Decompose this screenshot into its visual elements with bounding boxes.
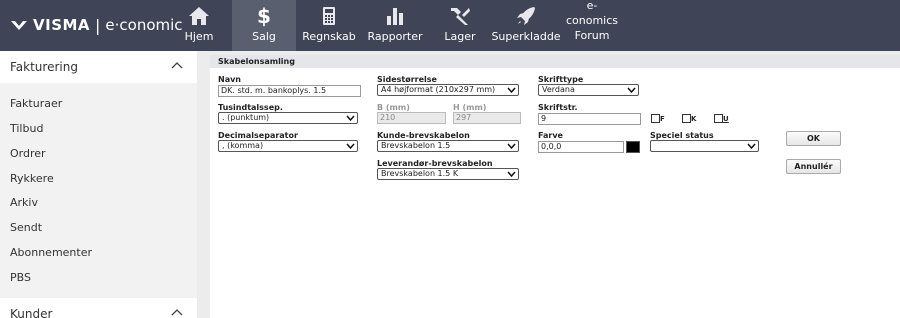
section-title: Kunder: [10, 307, 53, 318]
visma-logo[interactable]: VISMA | e·conomic: [10, 14, 183, 36]
cancel-button[interactable]: Annullér: [786, 159, 841, 174]
leverandor-brevskabelon-label: Leverandør-brevskabelon: [377, 159, 493, 168]
sidebar-item-arkiv[interactable]: Arkiv: [10, 196, 38, 209]
decimalseparator-select[interactable]: , (komma): [218, 140, 358, 152]
chevron-down-icon: [346, 143, 355, 150]
chevron-down-icon: [507, 171, 516, 178]
speciel-status-select[interactable]: [650, 140, 759, 152]
nav-rapporter[interactable]: Rapporter: [367, 0, 423, 51]
sidebar-item-pbs[interactable]: PBS: [10, 271, 31, 284]
kunde-brevskabelon-label: Kunde-brevskabelon: [377, 131, 470, 140]
nav-label: Lager: [444, 30, 476, 43]
sidebar-item-sendt[interactable]: Sendt: [10, 221, 42, 234]
decimalseparator-label: Decimalseparator: [218, 131, 298, 140]
underline-checkbox[interactable]: [714, 114, 723, 123]
chevron-down-icon: [346, 115, 355, 122]
nav-regnskab[interactable]: Regnskab: [302, 0, 356, 51]
tusindtalssep-value: . (punktum): [222, 113, 270, 122]
chevron-down-icon: [507, 87, 516, 94]
top-navigation-bar: VISMA | e·conomic Hjem $ Salg Regnskab R…: [0, 0, 900, 51]
skriftstr-input[interactable]: 9: [538, 113, 641, 125]
sidestorrelse-value: A4 højformat (210x297 mm): [381, 85, 496, 94]
tools-icon: [449, 5, 471, 27]
underline-checkbox-label: U: [723, 115, 729, 123]
hojde-label: H (mm): [453, 103, 487, 112]
nav-label: Salg: [252, 30, 276, 43]
chevron-down-icon: [747, 143, 756, 150]
nav-label: Hjem: [184, 30, 214, 43]
calculator-icon: [322, 5, 336, 27]
section-title: Fakturering: [10, 60, 78, 74]
ok-button[interactable]: OK: [786, 131, 841, 146]
nav-label: Regnskab: [302, 30, 356, 43]
skrifttype-select[interactable]: Verdana: [538, 84, 639, 96]
nav-forum[interactable]: e-conomics Forum: [562, 0, 622, 51]
product-name: e·conomic: [105, 16, 183, 34]
logo-separator: |: [95, 15, 101, 35]
color-swatch[interactable]: [626, 141, 640, 153]
leverandor-brevskabelon-value: Brevskabelon 1.5 K: [381, 169, 459, 178]
rocket-icon: [516, 5, 536, 27]
speciel-status-label: Speciel status: [650, 131, 714, 140]
sidebar-item-abonnementer[interactable]: Abonnementer: [10, 246, 92, 259]
kunde-brevskabelon-value: Brevskabelon 1.5: [381, 141, 451, 150]
hojde-input: 297: [453, 112, 521, 124]
skrifttype-value: Verdana: [542, 85, 575, 94]
tusindtalssep-select[interactable]: . (punktum): [218, 112, 358, 124]
leverandor-brevskabelon-select[interactable]: Brevskabelon 1.5 K: [377, 168, 519, 180]
bredde-input: 210: [377, 112, 446, 124]
chevron-down-icon: [627, 87, 636, 94]
italic-checkbox[interactable]: [682, 114, 691, 123]
home-icon: [188, 5, 210, 27]
farve-input[interactable]: 0,0,0: [538, 141, 624, 153]
sidestorrelse-label: Sidestørrelse: [377, 75, 437, 84]
navn-input[interactable]: DK. std. m. bankoplys. 1.5: [218, 85, 361, 97]
nav-superkladde[interactable]: Superkladde: [491, 0, 561, 51]
sidebar-section-fakturering[interactable]: Fakturering: [0, 51, 197, 83]
chevron-down-icon: [507, 143, 516, 150]
brand-name: VISMA: [33, 16, 91, 34]
nav-lager[interactable]: Lager: [442, 0, 478, 51]
sidebar-item-rykkere[interactable]: Rykkere: [10, 172, 54, 185]
chevron-up-icon: [171, 309, 183, 316]
decimalseparator-value: , (komma): [222, 141, 264, 150]
navn-label: Navn: [218, 75, 242, 84]
kunde-brevskabelon-select[interactable]: Brevskabelon 1.5: [377, 140, 519, 152]
template-form-panel: Skabelonsamling Navn DK. std. m. bankopl…: [210, 55, 900, 318]
nav-label: Rapporter: [367, 30, 423, 43]
sidebar-section-kunder[interactable]: Kunder: [0, 298, 197, 318]
italic-checkbox-label: K: [691, 115, 697, 123]
nav-salg[interactable]: $ Salg: [232, 0, 296, 51]
panel-title: Skabelonsamling: [210, 55, 900, 68]
sidebar-item-ordrer[interactable]: Ordrer: [10, 147, 46, 160]
bar-chart-icon: [386, 5, 404, 27]
skrifttype-label: Skrifttype: [538, 75, 584, 84]
sidebar-item-fakturaer[interactable]: Fakturaer: [10, 97, 62, 110]
nav-label-line1: e-conomics: [565, 0, 619, 27]
dollar-icon: $: [257, 4, 271, 28]
nav-label-line2: Forum: [574, 29, 610, 42]
bold-checkbox-label: F: [660, 115, 665, 123]
sidebar: Fakturering Fakturaer Tilbud Ordrer Rykk…: [0, 51, 197, 318]
tusindtalssep-label: Tusindtalssep.: [218, 103, 283, 112]
sidebar-item-tilbud[interactable]: Tilbud: [10, 122, 43, 135]
nav-label: Superkladde: [491, 30, 561, 43]
bold-checkbox[interactable]: [651, 114, 660, 123]
farve-label: Farve: [538, 131, 563, 140]
sidestorrelse-select[interactable]: A4 højformat (210x297 mm): [377, 84, 519, 96]
visma-logo-icon: [11, 21, 27, 30]
nav-hjem[interactable]: Hjem: [176, 0, 222, 51]
skriftstr-label: Skriftstr.: [538, 103, 578, 112]
chevron-up-icon: [171, 62, 183, 69]
bredde-label: B (mm): [377, 103, 410, 112]
